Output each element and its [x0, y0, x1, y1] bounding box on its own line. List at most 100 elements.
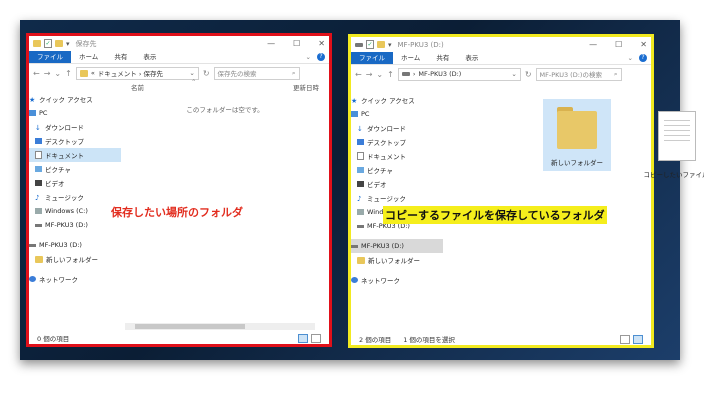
nav-item-documents[interactable]: ドキュメント	[29, 148, 121, 162]
nav-item-downloads[interactable]: ↓ ダウンロード	[29, 120, 121, 134]
maximize-icon[interactable]: ☐	[293, 39, 300, 48]
nav-item-desktop[interactable]: デスクトップ	[29, 134, 121, 148]
navigation-pane: ★ クイック アクセス PC ↓ ダウンロード デスクトップ ドキュメント ピクチャ…	[29, 82, 121, 332]
nav-item-documents[interactable]: ドキュメント	[351, 149, 443, 163]
drive-icon	[401, 72, 410, 76]
details-view-icon[interactable]	[298, 333, 308, 343]
tab-home[interactable]: ホーム	[393, 52, 428, 64]
minimize-icon[interactable]: —	[267, 39, 275, 48]
file-item-document[interactable]	[658, 111, 696, 161]
minimize-icon[interactable]: —	[589, 40, 597, 49]
forward-icon[interactable]: →	[366, 70, 373, 79]
up-icon[interactable]: ↑	[65, 69, 72, 78]
nav-item-videos[interactable]: ビデオ	[351, 177, 443, 191]
tab-home[interactable]: ホーム	[71, 51, 106, 63]
nav-item-downloads[interactable]: ↓ ダウンロード	[351, 121, 443, 135]
new-folder-icon[interactable]	[377, 41, 385, 48]
item-count: 2 個の項目	[359, 336, 392, 344]
nav-item-new-folder[interactable]: 新しいフォルダー	[351, 253, 443, 267]
nav-item-pc[interactable]: PC	[29, 106, 121, 120]
ribbon-tabs: ファイル ホーム 共有 表示 ⌄ ?	[29, 51, 329, 64]
star-icon: ★	[351, 97, 358, 105]
scrollbar-thumb[interactable]	[135, 324, 245, 329]
selected-count: 1 個の項目を選択	[403, 336, 455, 344]
nav-item-desktop[interactable]: デスクトップ	[351, 135, 443, 149]
search-input[interactable]: MF-PKU3 (D:)の検索 ⌕	[535, 67, 622, 81]
properties-icon[interactable]: ✓	[366, 40, 374, 49]
back-icon[interactable]: ←	[355, 70, 362, 79]
large-icons-view-icon[interactable]	[311, 333, 321, 343]
expand-ribbon-icon[interactable]: ⌄	[306, 53, 311, 61]
nav-item-network[interactable]: ネットワーク	[29, 272, 121, 286]
address-row: ← → ⌄ ↑ « ドキュメント › 保存先 ⌄ ↻ 保存先の検索 ⌕	[29, 64, 329, 82]
up-icon[interactable]: ↑	[387, 70, 394, 79]
horizontal-scrollbar[interactable]	[125, 323, 315, 330]
chevron-down-icon[interactable]: ⌄	[511, 70, 516, 78]
folder-item-label: 新しいフォルダー	[551, 159, 603, 167]
nav-item-mf-pku3[interactable]: MF-PKU3 (D:)	[29, 218, 121, 232]
forward-icon[interactable]: →	[44, 69, 51, 78]
quick-access-dropdown-icon[interactable]: ▾	[388, 41, 392, 49]
recent-dropdown-icon[interactable]: ⌄	[54, 69, 61, 78]
ribbon-tabs: ファイル ホーム 共有 表示 ⌄ ?	[351, 52, 651, 65]
column-updated[interactable]: 更新日時	[293, 82, 319, 92]
tab-view[interactable]: 表示	[135, 51, 164, 63]
item-count: 0 個の項目	[37, 335, 70, 343]
tab-file[interactable]: ファイル	[29, 51, 71, 63]
explorer-window-destination: ✓ ▾ 保存先 — ☐ ✕ ファイル ホーム 共有 表示 ⌄ ? ← → ⌄ ↑…	[26, 33, 332, 347]
nav-item-network[interactable]: ネットワーク	[351, 273, 443, 287]
expand-ribbon-icon[interactable]: ⌄	[628, 54, 633, 62]
back-icon[interactable]: ←	[33, 69, 40, 78]
nav-item-mf-pku3-root[interactable]: MF-PKU3 (D:)	[29, 238, 121, 252]
nav-item-quick-access[interactable]: ★ クイック アクセス	[351, 93, 443, 107]
address-path: ドキュメント › 保存先	[97, 70, 164, 78]
nav-item-videos[interactable]: ビデオ	[29, 176, 121, 190]
nav-item-music[interactable]: ♪ ミュージック	[351, 191, 443, 205]
recent-dropdown-icon[interactable]: ⌄	[376, 70, 383, 79]
chevron-down-icon[interactable]: ⌄	[189, 69, 194, 77]
nav-item-new-folder[interactable]: 新しいフォルダー	[29, 252, 121, 266]
refresh-icon[interactable]: ↻	[203, 69, 210, 78]
nav-item-mf-pku3-root[interactable]: MF-PKU3 (D:)	[351, 239, 443, 253]
nav-item-pc[interactable]: PC	[351, 107, 443, 121]
column-name[interactable]: 名前	[131, 82, 144, 92]
nav-item-music[interactable]: ♪ ミュージック	[29, 190, 121, 204]
file-list[interactable]: 名前 ⌃ 更新日時 このフォルダーは空です。 保存したい場所のフォルダ	[111, 78, 329, 332]
address-bar[interactable]: « ドキュメント › 保存先 ⌄	[75, 66, 199, 80]
usb-drive-icon	[35, 223, 42, 227]
file-view[interactable]: 新しいフォルダー コピーしたいファイル コピーするファイルを保存しているフォルダ	[383, 83, 704, 333]
quick-access-dropdown-icon[interactable]: ▾	[66, 40, 70, 48]
nav-item-pictures[interactable]: ピクチャ	[29, 162, 121, 176]
folder-icon	[357, 256, 365, 264]
address-bar[interactable]: › MF-PKU3 (D:) ⌄	[397, 67, 521, 81]
tab-view[interactable]: 表示	[457, 52, 486, 64]
window-body: ★ クイック アクセス PC ↓ ダウンロード デスクトップ ドキュメント ピクチャ…	[351, 83, 704, 333]
title-bar[interactable]: ✓ ▾ 保存先 — ☐ ✕	[29, 36, 329, 51]
maximize-icon[interactable]: ☐	[615, 40, 622, 49]
close-icon[interactable]: ✕	[318, 39, 325, 48]
search-input[interactable]: 保存先の検索 ⌕	[213, 66, 300, 80]
download-icon: ↓	[357, 125, 363, 133]
properties-icon[interactable]: ✓	[44, 39, 52, 48]
folder-item-new-folder[interactable]: 新しいフォルダー	[543, 99, 611, 171]
usb-drive-icon	[357, 224, 364, 228]
title-bar[interactable]: ✓ ▾ MF-PKU3 (D:) — ☐ ✕	[351, 37, 651, 52]
help-icon[interactable]: ?	[639, 54, 647, 62]
tab-share[interactable]: 共有	[106, 51, 135, 63]
star-icon: ★	[29, 96, 36, 104]
screenshot-frame: ✓ ▾ 保存先 — ☐ ✕ ファイル ホーム 共有 表示 ⌄ ? ← → ⌄ ↑…	[20, 20, 704, 360]
help-icon[interactable]: ?	[317, 53, 325, 61]
details-view-icon[interactable]	[620, 334, 630, 344]
close-icon[interactable]: ✕	[640, 40, 647, 49]
refresh-icon[interactable]: ↻	[525, 70, 532, 79]
nav-item-pictures[interactable]: ピクチャ	[351, 163, 443, 177]
nav-item-quick-access[interactable]: ★ クイック アクセス	[29, 92, 121, 106]
drive-icon	[357, 209, 364, 215]
tab-share[interactable]: 共有	[428, 52, 457, 64]
status-bar: 2 個の項目 1 個の項目を選択	[351, 333, 651, 345]
tab-file[interactable]: ファイル	[351, 52, 393, 64]
nav-item-windows-c[interactable]: Windows (C:)	[29, 204, 121, 218]
folder-icon	[33, 40, 41, 47]
new-folder-icon[interactable]	[55, 40, 63, 47]
large-icons-view-icon[interactable]	[633, 334, 643, 344]
